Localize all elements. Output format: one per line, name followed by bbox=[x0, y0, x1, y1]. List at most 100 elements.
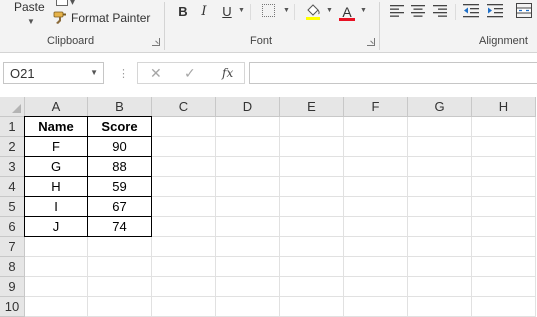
copy-dropdown-icon[interactable]: ▾ bbox=[70, 0, 75, 8]
copy-icon[interactable] bbox=[56, 0, 68, 6]
merge-center-icon[interactable] bbox=[516, 3, 532, 18]
cell-c6[interactable] bbox=[152, 217, 216, 237]
cell-a5[interactable]: I bbox=[24, 196, 88, 217]
cell-e1[interactable] bbox=[280, 117, 344, 137]
italic-button[interactable]: I bbox=[199, 4, 209, 20]
cell-h4[interactable] bbox=[472, 177, 536, 197]
cell-b7[interactable] bbox=[88, 237, 152, 257]
cell-g10[interactable] bbox=[408, 297, 472, 317]
cell-h6[interactable] bbox=[472, 217, 536, 237]
font-dialog-launcher-icon[interactable] bbox=[367, 38, 375, 46]
column-header-b[interactable]: B bbox=[88, 97, 152, 117]
fill-color-dropdown-icon[interactable]: ▼ bbox=[326, 7, 333, 14]
cell-b6[interactable]: 74 bbox=[87, 216, 152, 237]
cell-b1[interactable]: Score bbox=[87, 116, 152, 137]
cell-a4[interactable]: H bbox=[24, 176, 88, 197]
row-header-5[interactable]: 5 bbox=[0, 197, 25, 217]
row-header-7[interactable]: 7 bbox=[0, 237, 25, 257]
cell-h5[interactable] bbox=[472, 197, 536, 217]
row-header-9[interactable]: 9 bbox=[0, 277, 25, 297]
cell-h10[interactable] bbox=[472, 297, 536, 317]
cell-e4[interactable] bbox=[280, 177, 344, 197]
cell-f1[interactable] bbox=[344, 117, 408, 137]
cell-g6[interactable] bbox=[408, 217, 472, 237]
borders-dropdown-icon[interactable]: ▼ bbox=[283, 7, 290, 14]
cell-g9[interactable] bbox=[408, 277, 472, 297]
column-header-e[interactable]: E bbox=[280, 97, 344, 117]
cell-h2[interactable] bbox=[472, 137, 536, 157]
column-header-c[interactable]: C bbox=[152, 97, 216, 117]
cell-h8[interactable] bbox=[472, 257, 536, 277]
cell-h7[interactable] bbox=[472, 237, 536, 257]
cell-f3[interactable] bbox=[344, 157, 408, 177]
cell-d2[interactable] bbox=[216, 137, 280, 157]
cell-a6[interactable]: J bbox=[24, 216, 88, 237]
cell-c10[interactable] bbox=[152, 297, 216, 317]
cell-e3[interactable] bbox=[280, 157, 344, 177]
row-header-3[interactable]: 3 bbox=[0, 157, 25, 177]
cell-c8[interactable] bbox=[152, 257, 216, 277]
align-right-icon[interactable] bbox=[433, 5, 447, 17]
cell-e9[interactable] bbox=[280, 277, 344, 297]
cell-g1[interactable] bbox=[408, 117, 472, 137]
format-painter-icon[interactable] bbox=[53, 11, 69, 25]
cell-f7[interactable] bbox=[344, 237, 408, 257]
cell-e6[interactable] bbox=[280, 217, 344, 237]
cell-c7[interactable] bbox=[152, 237, 216, 257]
cell-g8[interactable] bbox=[408, 257, 472, 277]
align-left-icon[interactable] bbox=[390, 5, 404, 17]
paste-button[interactable]: Paste bbox=[14, 0, 45, 14]
cell-f8[interactable] bbox=[344, 257, 408, 277]
cell-d3[interactable] bbox=[216, 157, 280, 177]
column-header-g[interactable]: G bbox=[408, 97, 472, 117]
formula-input[interactable] bbox=[249, 62, 537, 84]
cell-f10[interactable] bbox=[344, 297, 408, 317]
format-painter-button[interactable]: Format Painter bbox=[71, 11, 150, 25]
cell-f6[interactable] bbox=[344, 217, 408, 237]
cell-b10[interactable] bbox=[88, 297, 152, 317]
cell-a8[interactable] bbox=[25, 257, 88, 277]
cell-a3[interactable]: G bbox=[24, 156, 88, 177]
column-header-f[interactable]: F bbox=[344, 97, 408, 117]
cell-a7[interactable] bbox=[25, 237, 88, 257]
cell-c3[interactable] bbox=[152, 157, 216, 177]
row-header-1[interactable]: 1 bbox=[0, 117, 25, 137]
cell-e2[interactable] bbox=[280, 137, 344, 157]
cell-e7[interactable] bbox=[280, 237, 344, 257]
cell-b8[interactable] bbox=[88, 257, 152, 277]
row-header-8[interactable]: 8 bbox=[0, 257, 25, 277]
align-center-icon[interactable] bbox=[411, 5, 425, 17]
cell-d9[interactable] bbox=[216, 277, 280, 297]
cell-f2[interactable] bbox=[344, 137, 408, 157]
cell-h9[interactable] bbox=[472, 277, 536, 297]
underline-dropdown-icon[interactable]: ▼ bbox=[238, 7, 245, 14]
fill-color-icon[interactable] bbox=[305, 2, 321, 21]
cell-g7[interactable] bbox=[408, 237, 472, 257]
row-header-2[interactable]: 2 bbox=[0, 137, 25, 157]
cell-d8[interactable] bbox=[216, 257, 280, 277]
cell-d1[interactable] bbox=[216, 117, 280, 137]
borders-icon[interactable] bbox=[262, 4, 275, 17]
cell-f5[interactable] bbox=[344, 197, 408, 217]
cell-c5[interactable] bbox=[152, 197, 216, 217]
increase-indent-icon[interactable] bbox=[487, 4, 503, 18]
row-header-6[interactable]: 6 bbox=[0, 217, 25, 237]
cell-g5[interactable] bbox=[408, 197, 472, 217]
cell-d7[interactable] bbox=[216, 237, 280, 257]
cell-b9[interactable] bbox=[88, 277, 152, 297]
cell-f4[interactable] bbox=[344, 177, 408, 197]
cell-g2[interactable] bbox=[408, 137, 472, 157]
column-header-d[interactable]: D bbox=[216, 97, 280, 117]
name-box[interactable]: O21 ▼ bbox=[3, 62, 104, 84]
cell-g4[interactable] bbox=[408, 177, 472, 197]
cell-e5[interactable] bbox=[280, 197, 344, 217]
underline-button[interactable]: U bbox=[221, 4, 233, 20]
cell-b2[interactable]: 90 bbox=[87, 136, 152, 157]
clipboard-dialog-launcher-icon[interactable] bbox=[152, 38, 160, 46]
cell-c4[interactable] bbox=[152, 177, 216, 197]
cell-d4[interactable] bbox=[216, 177, 280, 197]
cell-a9[interactable] bbox=[25, 277, 88, 297]
name-box-dropdown-icon[interactable]: ▼ bbox=[90, 68, 98, 77]
cell-d5[interactable] bbox=[216, 197, 280, 217]
cell-d10[interactable] bbox=[216, 297, 280, 317]
